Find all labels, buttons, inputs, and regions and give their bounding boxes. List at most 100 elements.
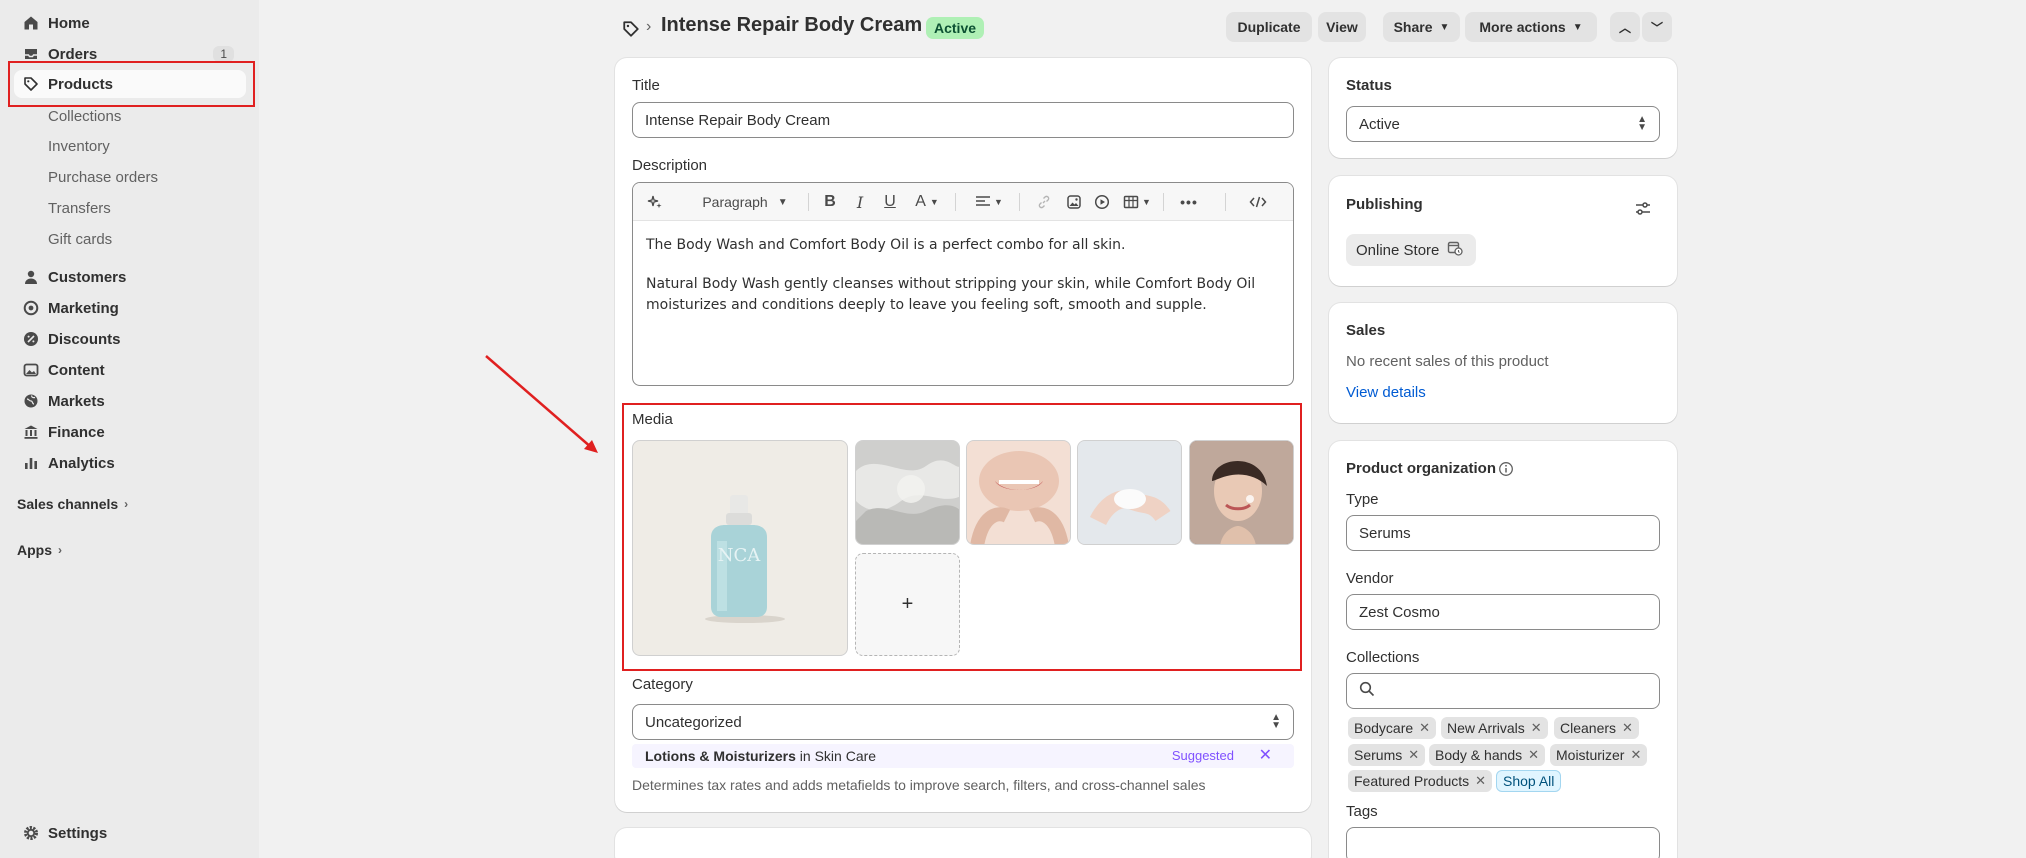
remove-tag-icon[interactable]: ✕ [1408, 747, 1419, 763]
nav-home[interactable]: Home [14, 9, 246, 37]
view-details-link[interactable]: View details [1346, 384, 1426, 401]
foam-hands-image [1078, 441, 1181, 544]
media-label: Media [632, 411, 673, 428]
nav-settings[interactable]: Settings [14, 819, 246, 847]
collections-search-input[interactable] [1346, 673, 1660, 709]
title-input[interactable]: Intense Repair Body Cream [632, 102, 1294, 138]
insert-table-icon[interactable]: ▼ [1119, 192, 1155, 212]
nav-purchase-orders[interactable]: Purchase orders [48, 165, 158, 189]
inbox-icon [16, 46, 46, 62]
collection-tag-label: Featured Products [1354, 773, 1470, 789]
next-product-button[interactable]: ﹀ [1642, 12, 1672, 42]
remove-tag-icon[interactable]: ✕ [1528, 747, 1539, 763]
discount-icon [16, 331, 46, 347]
type-input[interactable]: Serums [1346, 515, 1660, 551]
chevron-down-icon: ▼ [1439, 21, 1450, 33]
view-button[interactable]: View [1318, 12, 1366, 42]
remove-tag-icon[interactable]: ✕ [1630, 747, 1641, 763]
nav-analytics[interactable]: Analytics [14, 449, 246, 477]
category-suggestion[interactable]: Lotions & Moisturizers in Skin Care Sugg… [632, 744, 1294, 768]
remove-tag-icon[interactable]: ✕ [1622, 720, 1633, 736]
select-arrows-icon: ▲ ▼ [1271, 712, 1281, 731]
tags-input[interactable] [1346, 827, 1660, 858]
info-icon[interactable] [1498, 461, 1514, 481]
bank-icon [16, 424, 46, 440]
media-thumbnail-bottle[interactable]: NCA [632, 440, 848, 656]
share-button[interactable]: Share ▼ [1383, 12, 1460, 42]
italic-icon[interactable]: I [849, 192, 871, 212]
media-thumbnail-model[interactable] [1189, 440, 1294, 545]
chevron-down-icon: ▼ [1572, 21, 1583, 33]
align-left-icon[interactable]: ▼ [971, 192, 1007, 212]
sales-title: Sales [1346, 322, 1386, 339]
nav-customers[interactable]: Customers [14, 263, 246, 291]
annotation-arrow-icon [485, 355, 598, 453]
settings-sliders-icon[interactable] [1634, 200, 1652, 218]
sales-channels-label: Sales channels [17, 496, 119, 512]
nav-label: Analytics [48, 454, 115, 472]
status-select[interactable]: Active ▲ ▼ [1346, 106, 1660, 142]
nav-content[interactable]: Content [14, 356, 246, 384]
remove-tag-icon[interactable]: ✕ [1475, 773, 1486, 789]
nav-discounts[interactable]: Discounts [14, 325, 246, 353]
duplicate-label: Duplicate [1237, 19, 1301, 35]
nav-inventory[interactable]: Inventory [48, 134, 110, 158]
nav-orders[interactable]: Orders 1 [14, 40, 246, 68]
share-label: Share [1393, 19, 1433, 35]
text-color-icon[interactable]: A ▼ [909, 192, 945, 212]
nav-sales-channels[interactable]: Sales channels › [17, 496, 128, 512]
remove-tag-icon[interactable]: ✕ [1531, 720, 1542, 736]
nav-transfers[interactable]: Transfers [48, 196, 111, 220]
remove-tag-icon[interactable]: ✕ [1419, 720, 1430, 736]
page-header: › Intense Repair Body Cream Active Dupli… [618, 12, 1678, 44]
nav-marketing[interactable]: Marketing [14, 294, 246, 322]
duplicate-button[interactable]: Duplicate [1226, 12, 1312, 42]
link-icon[interactable] [1033, 192, 1055, 212]
underline-icon[interactable]: U [879, 192, 901, 212]
model-face-image [1190, 441, 1293, 544]
collection-tag-label: Cleaners [1560, 720, 1617, 736]
description-editor: Paragraph ▼ B I U A ▼ ▼ ▼ ••• The Body W… [632, 182, 1294, 386]
person-icon [16, 269, 46, 285]
online-store-channel[interactable]: Online Store [1346, 234, 1476, 266]
previous-product-button[interactable]: ︿ [1610, 12, 1640, 42]
ai-sparkle-icon[interactable] [645, 192, 665, 212]
nav-collections[interactable]: Collections [48, 104, 121, 128]
insert-video-icon[interactable] [1091, 192, 1113, 212]
code-view-icon[interactable] [1245, 192, 1271, 212]
suggestion-context: in Skin Care [795, 748, 877, 764]
insert-image-icon[interactable] [1063, 192, 1085, 212]
tags-label: Tags [1346, 803, 1378, 820]
nav-finance[interactable]: Finance [14, 418, 246, 446]
nav-markets[interactable]: Markets [14, 387, 246, 415]
dismiss-suggestion-icon[interactable]: ✕ [1259, 745, 1272, 765]
bold-icon[interactable]: B [819, 192, 841, 212]
description-content[interactable]: The Body Wash and Comfort Body Oil is a … [646, 235, 1276, 334]
vendor-input[interactable]: Zest Cosmo [1346, 594, 1660, 630]
gear-icon [16, 825, 46, 841]
media-thumbnail-foam[interactable] [1077, 440, 1182, 545]
suggested-badge: Suggested [1171, 748, 1234, 763]
cream-texture-image [856, 441, 959, 544]
product-bottle-image: NCA [705, 495, 785, 623]
nav-apps[interactable]: Apps › [17, 542, 62, 558]
more-actions-label: More actions [1479, 19, 1566, 35]
media-thumbnail-texture[interactable] [855, 440, 960, 545]
category-select[interactable]: Uncategorized ▲ ▼ [632, 704, 1294, 740]
more-options-icon[interactable]: ••• [1177, 192, 1201, 212]
nav-label: Discounts [48, 330, 121, 348]
nav-gift-cards[interactable]: Gift cards [48, 227, 112, 251]
toolbar-divider [1163, 193, 1164, 211]
nav-products[interactable]: Products [14, 70, 246, 98]
editor-toolbar: Paragraph ▼ B I U A ▼ ▼ ▼ ••• [633, 183, 1293, 221]
add-media-button[interactable]: + [855, 553, 960, 656]
more-actions-button[interactable]: More actions ▼ [1465, 12, 1597, 42]
page-title: Intense Repair Body Cream [661, 14, 923, 36]
media-thumbnail-smile[interactable] [966, 440, 1071, 545]
shop-all-tag[interactable]: Shop All [1496, 770, 1562, 792]
bar-chart-icon [16, 455, 46, 471]
paragraph-format-select[interactable]: Paragraph ▼ [695, 192, 795, 212]
nav-label: Home [48, 14, 90, 32]
suggestion-text: Lotions & Moisturizers in Skin Care [645, 748, 876, 764]
chevron-up-icon: ︿ [1618, 20, 1631, 35]
